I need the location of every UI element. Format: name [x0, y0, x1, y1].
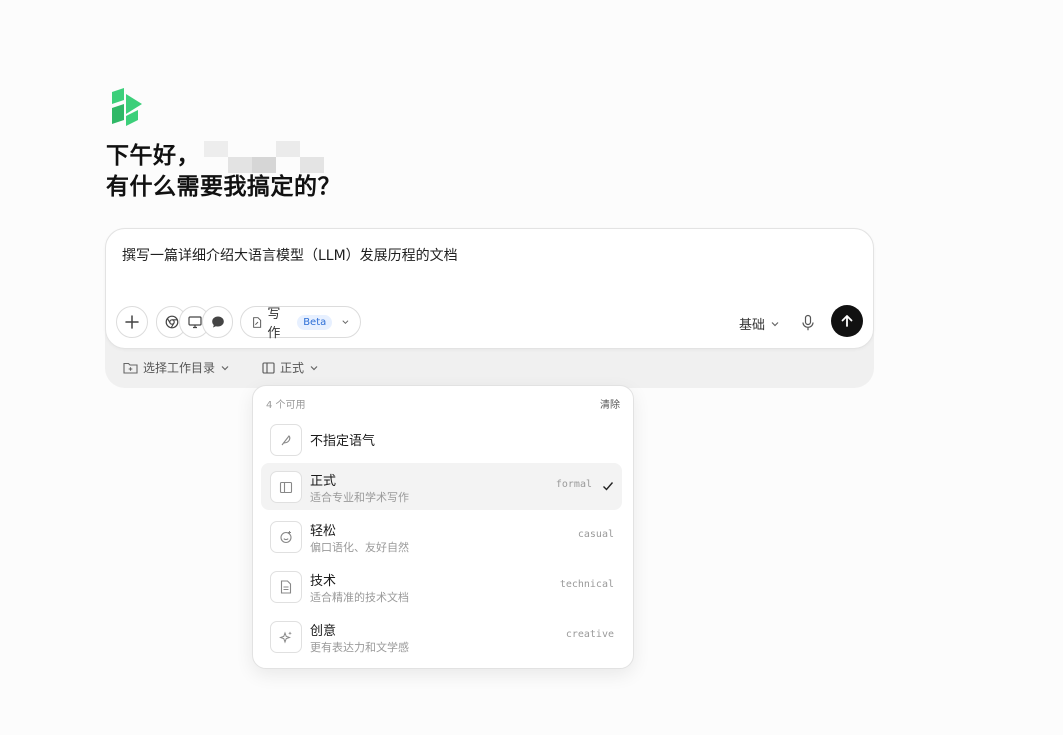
send-button[interactable] [831, 305, 863, 337]
layout-icon [262, 361, 275, 374]
tone-select[interactable]: 正式 [262, 359, 319, 376]
feather-icon [270, 424, 302, 456]
greeting: 下午好， 有什么需要我搞定的？ [106, 140, 341, 203]
sparkles-icon [270, 621, 302, 653]
tone-option-desc: 适合精准的技术文档 [310, 591, 409, 604]
tone-menu-header: 4 个可用 清除 [266, 396, 620, 411]
tone-option-code: technical [559, 579, 614, 590]
chevron-down-icon [771, 321, 779, 326]
compose-card: 撰写一篇详细介绍大语言模型（LLM）发展历程的文档 写作 Beta 基础 [105, 228, 874, 349]
check-icon [603, 482, 614, 491]
greeting-line1: 下午好， [106, 143, 200, 169]
chevron-down-icon [221, 365, 229, 370]
username-redacted [204, 140, 324, 173]
model-mode-label: 基础 [739, 318, 766, 333]
write-mode-label: 写作 [267, 307, 281, 341]
add-attachment-button[interactable] [116, 306, 148, 338]
tone-option-creative[interactable]: 创意 更有表达力和文学感 creative [261, 613, 622, 660]
layout-icon [270, 471, 302, 503]
write-mode-button[interactable]: 写作 Beta [240, 306, 361, 341]
prompt-input[interactable]: 撰写一篇详细介绍大语言模型（LLM）发展历程的文档 [122, 245, 458, 265]
tone-option-title: 创意 [310, 624, 337, 639]
tool-toggles [156, 306, 233, 338]
app-logo-icon [112, 88, 142, 126]
beta-badge: Beta [297, 314, 333, 330]
model-mode-select[interactable]: 基础 [739, 314, 780, 333]
chat-tool-button[interactable] [202, 306, 233, 338]
greeting-line2: 有什么需要我搞定的？ [106, 174, 341, 200]
tone-option-casual[interactable]: 轻松 偏口语化、友好自然 casual [261, 513, 622, 560]
tone-option-desc: 偏口语化、友好自然 [310, 541, 409, 554]
tone-option-none[interactable]: 不指定语气 [261, 416, 622, 463]
chrome-icon [165, 315, 178, 329]
chevron-down-icon [342, 320, 349, 325]
arrow-up-icon [841, 315, 853, 327]
tone-option-code: creative [565, 629, 614, 640]
tone-option-formal[interactable]: 正式 适合专业和学术写作 formal [261, 463, 622, 510]
tone-option-technical[interactable]: 技术 适合精准的技术文档 technical [261, 563, 622, 610]
pen-document-icon [253, 316, 262, 328]
smile-icon [270, 521, 302, 553]
tone-option-title: 轻松 [310, 524, 337, 539]
document-icon [270, 571, 302, 603]
clear-tone-button[interactable]: 清除 [600, 396, 620, 411]
tone-count-label: 4 个可用 [266, 400, 306, 411]
tone-option-code: casual [577, 529, 614, 540]
chat-bubble-icon [211, 316, 224, 328]
tone-option-desc: 适合专业和学术写作 [310, 491, 409, 504]
tone-option-desc: 更有表达力和文学感 [310, 641, 409, 654]
tone-label: 正式 [280, 361, 305, 375]
tone-option-title: 不指定语气 [310, 434, 376, 449]
workdir-label: 选择工作目录 [143, 361, 216, 375]
chevron-down-icon [310, 365, 318, 370]
monitor-icon [187, 316, 202, 329]
workdir-select[interactable]: 选择工作目录 [123, 359, 230, 376]
folder-plus-icon [123, 362, 138, 374]
tone-option-title: 技术 [310, 574, 337, 589]
tone-option-code: formal [555, 479, 592, 490]
microphone-icon[interactable] [800, 314, 816, 332]
plus-icon [125, 315, 139, 329]
tone-option-title: 正式 [310, 474, 337, 489]
tone-dropdown-menu: 4 个可用 清除 不指定语气 正式 适合专业和学术写作 formal 轻松 偏口… [252, 385, 634, 669]
